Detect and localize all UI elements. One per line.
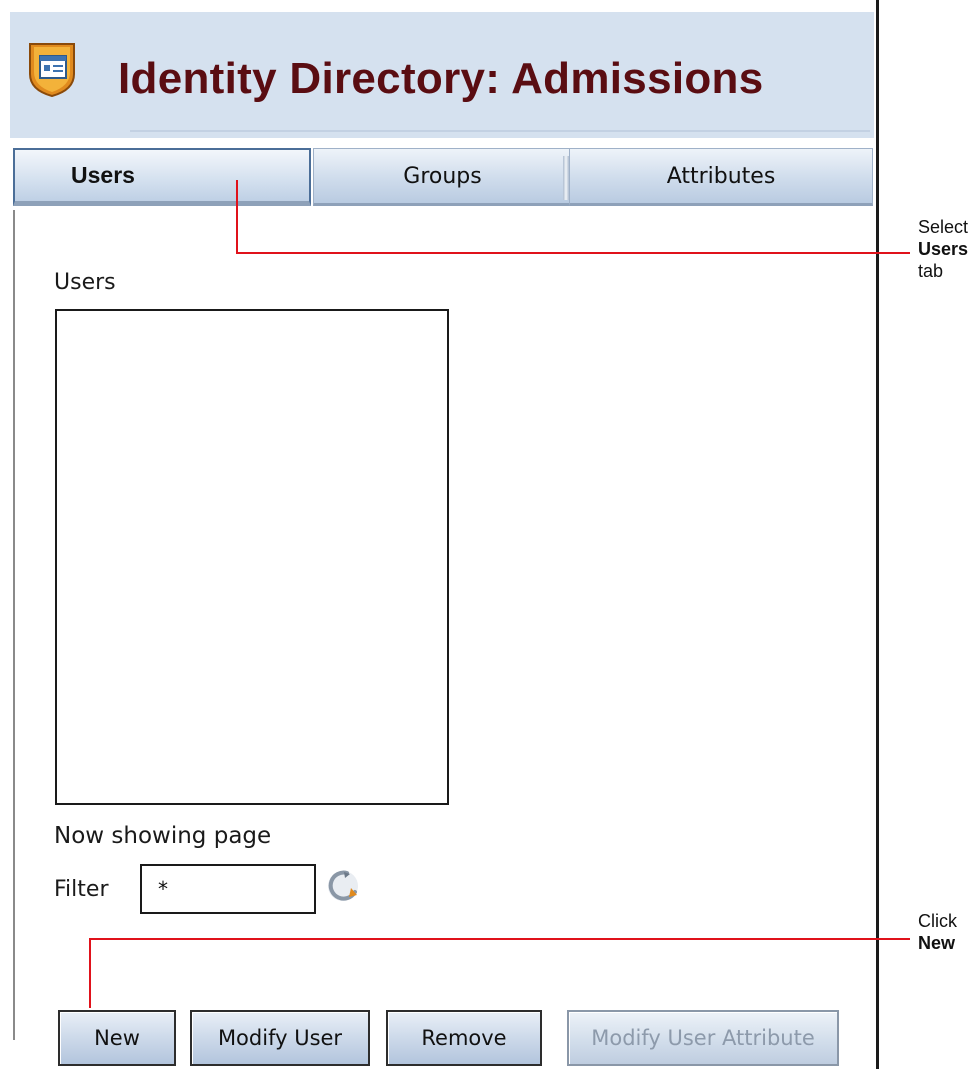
modify-user-attribute-button: Modify User Attribute	[567, 1010, 839, 1066]
callout-users-line-vertical	[236, 180, 238, 254]
tab-users[interactable]: Users	[13, 148, 311, 206]
callout-click-new: Click New	[918, 910, 957, 954]
users-list-label: Users	[54, 270, 116, 295]
callout-select-users-line1: Select	[918, 217, 969, 237]
callout-users-line-horizontal	[236, 252, 910, 254]
modify-user-button[interactable]: Modify User	[190, 1010, 370, 1066]
remove-button[interactable]: Remove	[386, 1010, 542, 1066]
callout-select-users: Select Users tab	[918, 216, 968, 282]
identity-directory-panel: Identity Directory: Admissions Users Gro…	[0, 0, 877, 1069]
tab-bar: Users Groups Attributes	[13, 148, 873, 210]
callout-select-users-bold: Users	[918, 239, 969, 259]
callout-select-users-line3: tab	[918, 261, 944, 281]
filter-label: Filter	[54, 877, 109, 902]
directory-app-icon	[29, 43, 75, 98]
paging-status: Now showing page	[54, 823, 272, 849]
callout-new-line-horizontal	[89, 938, 910, 940]
header-divider	[130, 130, 870, 132]
tab-groups[interactable]: Groups	[313, 148, 571, 206]
users-listbox[interactable]	[55, 309, 449, 805]
refresh-icon[interactable]	[324, 867, 362, 905]
panel-divider	[876, 0, 879, 1069]
tab-separator	[563, 156, 569, 200]
content-frame-border	[13, 210, 15, 1040]
tab-attributes[interactable]: Attributes	[569, 148, 873, 206]
callout-click-new-line1: Click	[918, 911, 957, 931]
page-title: Identity Directory: Admissions	[118, 54, 764, 103]
filter-input[interactable]	[140, 864, 316, 914]
new-button[interactable]: New	[58, 1010, 176, 1066]
callout-new-line-vertical	[89, 938, 91, 1008]
callout-click-new-bold: New	[918, 933, 956, 953]
header-banner: Identity Directory: Admissions	[10, 12, 874, 138]
